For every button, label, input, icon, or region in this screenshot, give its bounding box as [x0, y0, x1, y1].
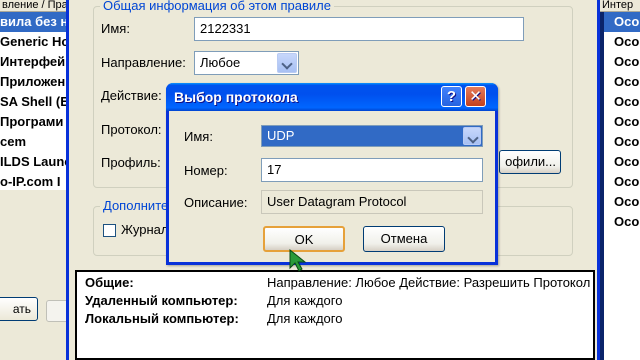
- direction-value: Любое: [200, 55, 241, 70]
- chevron-down-icon[interactable]: [277, 53, 297, 73]
- rule-list-item[interactable]: Осо: [600, 132, 640, 152]
- profile-label: Профиль:: [101, 155, 161, 170]
- summary-key: Локальный компьютер:: [85, 311, 239, 326]
- dialog-title: Выбор протокола: [174, 89, 298, 105]
- background-button[interactable]: ать: [0, 297, 38, 321]
- protocol-number-field[interactable]: 17: [261, 158, 483, 182]
- rule-name-label: Имя:: [101, 21, 130, 36]
- additional-group-title: Дополните: [100, 198, 172, 213]
- summary-key: Удаленный компьютер:: [85, 293, 238, 308]
- rule-list-item[interactable]: Приложен: [0, 72, 70, 92]
- direction-dropdown[interactable]: Любое: [194, 51, 299, 75]
- close-icon[interactable]: ✕: [465, 86, 486, 107]
- rule-list-item[interactable]: o-IP.com I: [0, 172, 70, 192]
- protocol-name-label: Имя:: [184, 129, 213, 144]
- background-rules-list: вление / Прав вила без н Generic Ho Инте…: [0, 0, 70, 360]
- rule-list-item[interactable]: Осо: [600, 92, 640, 112]
- rule-list-item[interactable]: Програми: [0, 112, 70, 132]
- rule-list-item[interactable]: Осо: [600, 192, 640, 212]
- protocol-select-dialog: Выбор протокола ? ✕ Имя: UDP Номер: 17 О…: [166, 83, 498, 265]
- dialog-title-bar[interactable]: Выбор протокола ? ✕: [166, 83, 498, 111]
- rule-list-item[interactable]: Осо: [600, 172, 640, 192]
- protocol-name-value: UDP: [267, 128, 295, 143]
- window-border: [600, 12, 604, 360]
- protocol-label: Протокол:: [101, 122, 162, 137]
- cancel-button[interactable]: Отмена: [363, 226, 445, 252]
- chevron-down-icon[interactable]: [463, 127, 481, 145]
- rule-list-item[interactable]: cem: [0, 132, 70, 152]
- rule-list-item[interactable]: Generic Ho: [0, 32, 70, 52]
- rule-list-item[interactable]: Осо: [600, 12, 640, 32]
- rule-list-item[interactable]: Осо: [600, 32, 640, 52]
- rule-list-item[interactable]: Интерфей: [0, 52, 70, 72]
- rule-list-item[interactable]: Осо: [600, 112, 640, 132]
- background-panel: ать: [0, 190, 70, 360]
- background-rules-list-right: Интер Осо Осо Осо Осо Осо Осо Осо Осо Ос…: [600, 0, 640, 360]
- rule-name-field[interactable]: 2122331: [194, 17, 524, 41]
- summary-value: Направление: Любое Действие: Разрешить П…: [267, 275, 591, 290]
- profiles-button[interactable]: офили...: [499, 150, 561, 174]
- protocol-description-label: Описание:: [184, 195, 248, 210]
- summary-key: Общие:: [85, 275, 134, 290]
- rule-list-item[interactable]: Осо: [600, 152, 640, 172]
- rule-list-item[interactable]: ILDS Launc: [0, 152, 70, 172]
- action-label: Действие:: [101, 88, 162, 103]
- list-column-header[interactable]: вление / Прав: [0, 0, 70, 12]
- summary-row-local: Локальный компьютер: Для каждого: [85, 310, 342, 328]
- rule-summary-panel: Общие: Направление: Любое Действие: Разр…: [75, 270, 595, 360]
- protocol-number-label: Номер:: [184, 163, 228, 178]
- rule-list-item[interactable]: Осо: [600, 72, 640, 92]
- general-info-title: Общая информация об этом правиле: [100, 0, 334, 13]
- rule-list-item[interactable]: Осо: [600, 52, 640, 72]
- rule-list-item[interactable]: вила без н: [0, 12, 70, 32]
- summary-value: Для каждого: [267, 293, 343, 308]
- protocol-description-field: User Datagram Protocol: [261, 190, 483, 214]
- direction-label: Направление:: [101, 55, 186, 70]
- summary-row-remote: Удаленный компьютер: Для каждого: [85, 292, 342, 310]
- summary-row-general: Общие: Направление: Любое Действие: Разр…: [85, 274, 590, 292]
- rule-list-item[interactable]: Осо: [600, 212, 640, 232]
- list-column-header-interface[interactable]: Интер: [600, 0, 640, 12]
- protocol-name-dropdown[interactable]: UDP: [261, 125, 483, 147]
- arrow-pointer-icon: [289, 249, 307, 272]
- question-icon[interactable]: ?: [441, 86, 462, 107]
- journal-checkbox[interactable]: [103, 224, 116, 237]
- rule-list-item[interactable]: SA Shell (E: [0, 92, 70, 112]
- summary-value: Для каждого: [267, 311, 343, 326]
- journal-label: Журнал: [121, 222, 169, 237]
